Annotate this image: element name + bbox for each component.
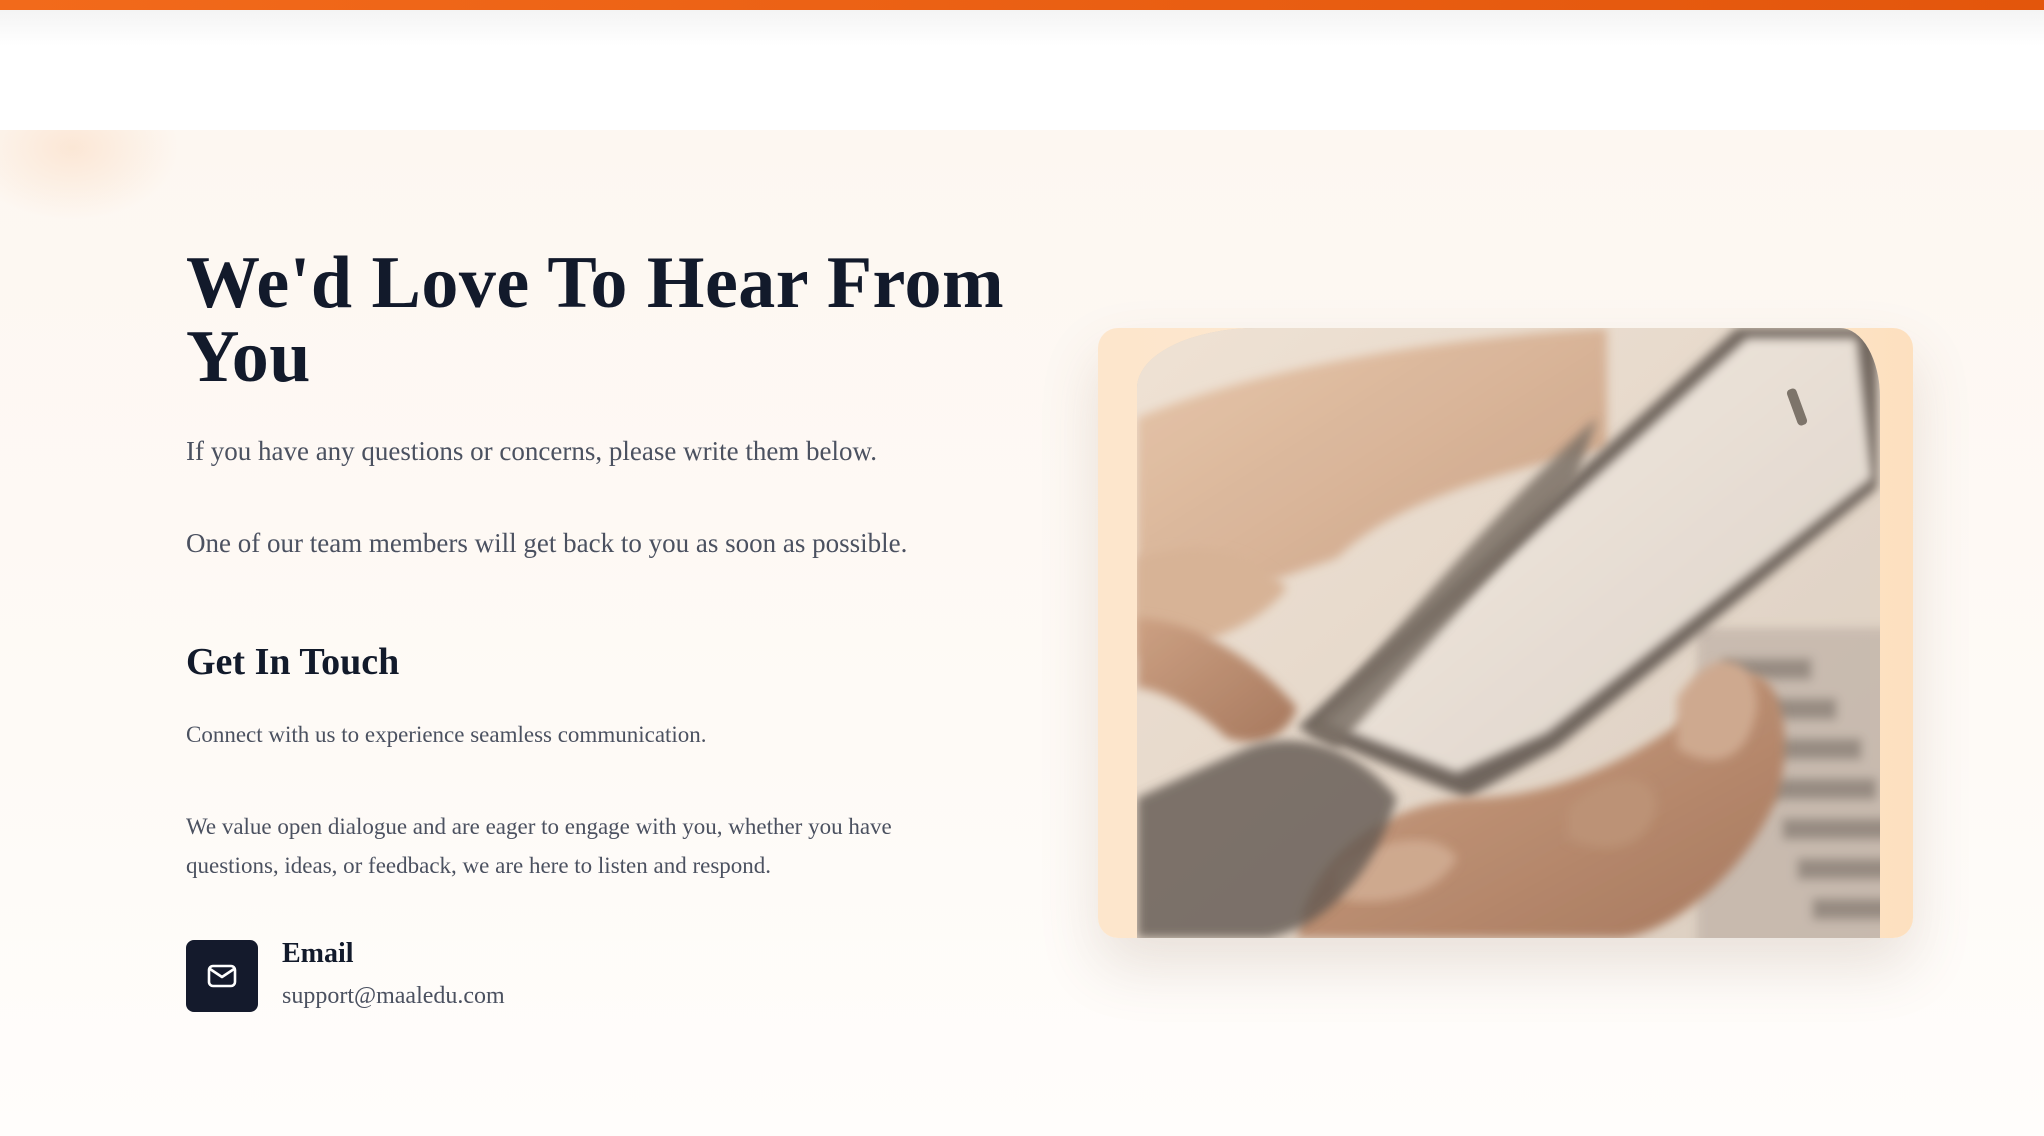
- get-in-touch-description: Connect with us to experience seamless c…: [186, 722, 707, 747]
- hand-holding-phone-image: [1137, 328, 1880, 938]
- contact-hero-section: We'd Love To Hear From You If you have a…: [0, 130, 2044, 1136]
- contact-image-card: [1098, 328, 1913, 938]
- email-contact-text: Email support@maaledu.com: [282, 936, 505, 1011]
- get-in-touch-details: We value open dialogue and are eager to …: [186, 814, 892, 878]
- email-label: Email: [282, 938, 354, 969]
- email-contact-item: Email support@maaledu.com: [186, 938, 505, 1012]
- intro-text-secondary: One of our team members will get back to…: [186, 528, 908, 558]
- hero-decorative-glow: [0, 130, 180, 220]
- contact-content: We'd Love To Hear From You If you have a…: [186, 246, 1006, 885]
- top-accent-bar: [0, 0, 2044, 10]
- intro-text: If you have any questions or concerns, p…: [186, 436, 878, 466]
- page-title: We'd Love To Hear From You: [186, 242, 1005, 398]
- get-in-touch-heading: Get In Touch: [186, 641, 400, 683]
- site-header: [0, 10, 2044, 130]
- email-icon-tile: [186, 940, 258, 1012]
- phone-photo-illustration: [1137, 328, 1880, 938]
- email-address-link[interactable]: support@maaledu.com: [282, 981, 505, 1011]
- mail-icon: [207, 964, 237, 988]
